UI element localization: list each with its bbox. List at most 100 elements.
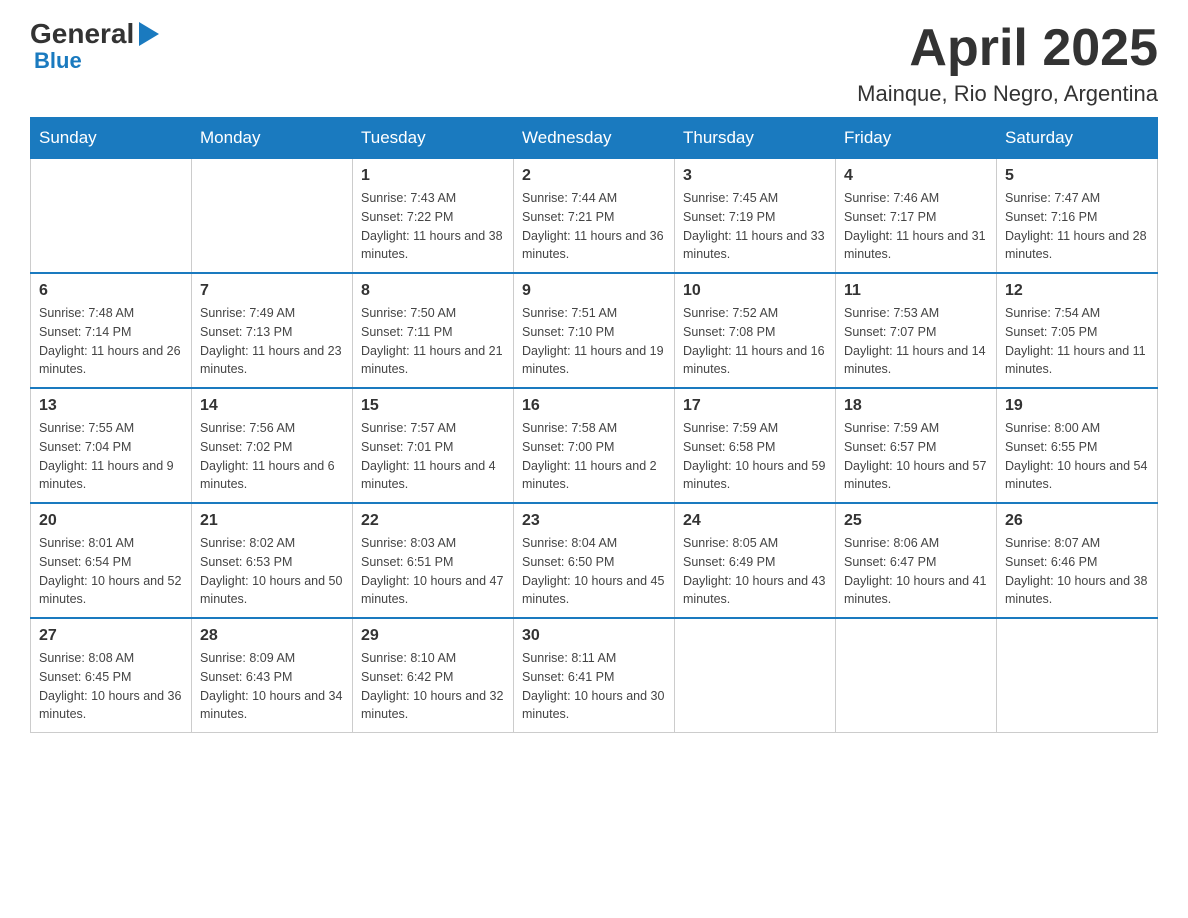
day-sun-info: Sunrise: 8:10 AMSunset: 6:42 PMDaylight:…	[361, 649, 505, 724]
calendar-day-21: 21 Sunrise: 8:02 AMSunset: 6:53 PMDayligh…	[192, 503, 353, 618]
calendar-week-row: 27 Sunrise: 8:08 AMSunset: 6:45 PMDayligh…	[31, 618, 1158, 733]
calendar-day-11: 11 Sunrise: 7:53 AMSunset: 7:07 PMDayligh…	[836, 273, 997, 388]
day-number: 16	[522, 397, 666, 415]
calendar-day-15: 15 Sunrise: 7:57 AMSunset: 7:01 PMDayligh…	[353, 388, 514, 503]
weekday-header-row: SundayMondayTuesdayWednesdayThursdayFrid…	[31, 118, 1158, 159]
day-number: 28	[200, 627, 344, 645]
calendar-day-18: 18 Sunrise: 7:59 AMSunset: 6:57 PMDayligh…	[836, 388, 997, 503]
weekday-header-tuesday: Tuesday	[353, 118, 514, 159]
calendar-day-empty	[31, 159, 192, 274]
day-number: 19	[1005, 397, 1149, 415]
calendar-day-30: 30 Sunrise: 8:11 AMSunset: 6:41 PMDayligh…	[514, 618, 675, 733]
calendar-day-20: 20Sunrise: 8:01 AMSunset: 6:54 PMDayligh…	[31, 503, 192, 618]
calendar-day-26: 26Sunrise: 8:07 AMSunset: 6:46 PMDayligh…	[997, 503, 1158, 618]
day-sun-info: Sunrise: 8:01 AMSunset: 6:54 PMDaylight:…	[39, 534, 183, 609]
day-sun-info: Sunrise: 8:09 AMSunset: 6:43 PMDaylight:…	[200, 649, 344, 724]
day-number: 29	[361, 627, 505, 645]
calendar-day-23: 23 Sunrise: 8:04 AMSunset: 6:50 PMDayligh…	[514, 503, 675, 618]
day-number: 23	[522, 512, 666, 530]
day-number: 10	[683, 282, 827, 300]
calendar-day-6: 6 Sunrise: 7:48 AMSunset: 7:14 PMDaylight…	[31, 273, 192, 388]
weekday-header-monday: Monday	[192, 118, 353, 159]
day-number: 8	[361, 282, 505, 300]
day-number: 22	[361, 512, 505, 530]
day-number: 21	[200, 512, 344, 530]
weekday-header-saturday: Saturday	[997, 118, 1158, 159]
calendar-table: SundayMondayTuesdayWednesdayThursdayFrid…	[30, 117, 1158, 733]
calendar-day-28: 28 Sunrise: 8:09 AMSunset: 6:43 PMDayligh…	[192, 618, 353, 733]
day-sun-info: Sunrise: 7:45 AMSunset: 7:19 PMDaylight:…	[683, 189, 827, 264]
day-sun-info: Sunrise: 7:57 AMSunset: 7:01 PMDaylight:…	[361, 419, 505, 494]
day-sun-info: Sunrise: 7:46 AMSunset: 7:17 PMDaylight:…	[844, 189, 988, 264]
calendar-day-3: 3 Sunrise: 7:45 AMSunset: 7:19 PMDaylight…	[675, 159, 836, 274]
day-sun-info: Sunrise: 8:06 AMSunset: 6:47 PMDaylight:…	[844, 534, 988, 609]
day-number: 5	[1005, 167, 1149, 185]
calendar-day-24: 24Sunrise: 8:05 AMSunset: 6:49 PMDayligh…	[675, 503, 836, 618]
day-sun-info: Sunrise: 7:49 AMSunset: 7:13 PMDaylight:…	[200, 304, 344, 379]
day-sun-info: Sunrise: 7:59 AMSunset: 6:57 PMDaylight:…	[844, 419, 988, 494]
calendar-day-19: 19 Sunrise: 8:00 AMSunset: 6:55 PMDayligh…	[997, 388, 1158, 503]
calendar-day-13: 13Sunrise: 7:55 AMSunset: 7:04 PMDayligh…	[31, 388, 192, 503]
day-number: 14	[200, 397, 344, 415]
day-sun-info: Sunrise: 8:04 AMSunset: 6:50 PMDaylight:…	[522, 534, 666, 609]
weekday-header-thursday: Thursday	[675, 118, 836, 159]
day-sun-info: Sunrise: 7:52 AMSunset: 7:08 PMDaylight:…	[683, 304, 827, 379]
day-sun-info: Sunrise: 7:47 AMSunset: 7:16 PMDaylight:…	[1005, 189, 1149, 264]
day-sun-info: Sunrise: 8:08 AMSunset: 6:45 PMDaylight:…	[39, 649, 183, 724]
calendar-week-row: 1 Sunrise: 7:43 AMSunset: 7:22 PMDaylight…	[31, 159, 1158, 274]
day-sun-info: Sunrise: 7:59 AMSunset: 6:58 PMDaylight:…	[683, 419, 827, 494]
day-sun-info: Sunrise: 7:53 AMSunset: 7:07 PMDaylight:…	[844, 304, 988, 379]
calendar-week-row: 13Sunrise: 7:55 AMSunset: 7:04 PMDayligh…	[31, 388, 1158, 503]
calendar-day-12: 12 Sunrise: 7:54 AMSunset: 7:05 PMDayligh…	[997, 273, 1158, 388]
calendar-day-9: 9 Sunrise: 7:51 AMSunset: 7:10 PMDaylight…	[514, 273, 675, 388]
month-year-title: April 2025	[857, 20, 1158, 77]
day-number: 12	[1005, 282, 1149, 300]
day-number: 7	[200, 282, 344, 300]
calendar-day-1: 1 Sunrise: 7:43 AMSunset: 7:22 PMDaylight…	[353, 159, 514, 274]
weekday-header-friday: Friday	[836, 118, 997, 159]
logo-triangle-icon	[139, 22, 159, 46]
logo: General Blue	[30, 20, 164, 74]
calendar-day-empty	[997, 618, 1158, 733]
calendar-day-7: 7 Sunrise: 7:49 AMSunset: 7:13 PMDaylight…	[192, 273, 353, 388]
day-number: 15	[361, 397, 505, 415]
logo-general-text: General	[30, 20, 134, 48]
day-number: 4	[844, 167, 988, 185]
location-subtitle: Mainque, Rio Negro, Argentina	[857, 81, 1158, 107]
day-number: 1	[361, 167, 505, 185]
day-sun-info: Sunrise: 8:00 AMSunset: 6:55 PMDaylight:…	[1005, 419, 1149, 494]
calendar-day-25: 25Sunrise: 8:06 AMSunset: 6:47 PMDayligh…	[836, 503, 997, 618]
day-sun-info: Sunrise: 7:43 AMSunset: 7:22 PMDaylight:…	[361, 189, 505, 264]
day-number: 27	[39, 627, 183, 645]
page-header: General Blue April 2025 Mainque, Rio Neg…	[30, 20, 1158, 107]
logo-blue-text: Blue	[34, 48, 82, 74]
day-number: 11	[844, 282, 988, 300]
day-sun-info: Sunrise: 7:51 AMSunset: 7:10 PMDaylight:…	[522, 304, 666, 379]
day-sun-info: Sunrise: 7:48 AMSunset: 7:14 PMDaylight:…	[39, 304, 183, 379]
day-number: 2	[522, 167, 666, 185]
day-sun-info: Sunrise: 7:44 AMSunset: 7:21 PMDaylight:…	[522, 189, 666, 264]
calendar-day-8: 8 Sunrise: 7:50 AMSunset: 7:11 PMDaylight…	[353, 273, 514, 388]
day-number: 6	[39, 282, 183, 300]
calendar-day-17: 17 Sunrise: 7:59 AMSunset: 6:58 PMDayligh…	[675, 388, 836, 503]
day-sun-info: Sunrise: 7:54 AMSunset: 7:05 PMDaylight:…	[1005, 304, 1149, 379]
day-number: 18	[844, 397, 988, 415]
calendar-day-14: 14Sunrise: 7:56 AMSunset: 7:02 PMDayligh…	[192, 388, 353, 503]
calendar-day-empty	[192, 159, 353, 274]
calendar-day-5: 5 Sunrise: 7:47 AMSunset: 7:16 PMDaylight…	[997, 159, 1158, 274]
day-number: 17	[683, 397, 827, 415]
day-number: 9	[522, 282, 666, 300]
day-sun-info: Sunrise: 8:11 AMSunset: 6:41 PMDaylight:…	[522, 649, 666, 724]
weekday-header-sunday: Sunday	[31, 118, 192, 159]
day-sun-info: Sunrise: 8:05 AMSunset: 6:49 PMDaylight:…	[683, 534, 827, 609]
day-sun-info: Sunrise: 8:02 AMSunset: 6:53 PMDaylight:…	[200, 534, 344, 609]
day-number: 13	[39, 397, 183, 415]
day-number: 3	[683, 167, 827, 185]
calendar-day-empty	[675, 618, 836, 733]
calendar-day-4: 4 Sunrise: 7:46 AMSunset: 7:17 PMDaylight…	[836, 159, 997, 274]
day-number: 30	[522, 627, 666, 645]
calendar-week-row: 20Sunrise: 8:01 AMSunset: 6:54 PMDayligh…	[31, 503, 1158, 618]
day-sun-info: Sunrise: 7:50 AMSunset: 7:11 PMDaylight:…	[361, 304, 505, 379]
calendar-day-29: 29 Sunrise: 8:10 AMSunset: 6:42 PMDayligh…	[353, 618, 514, 733]
calendar-day-empty	[836, 618, 997, 733]
